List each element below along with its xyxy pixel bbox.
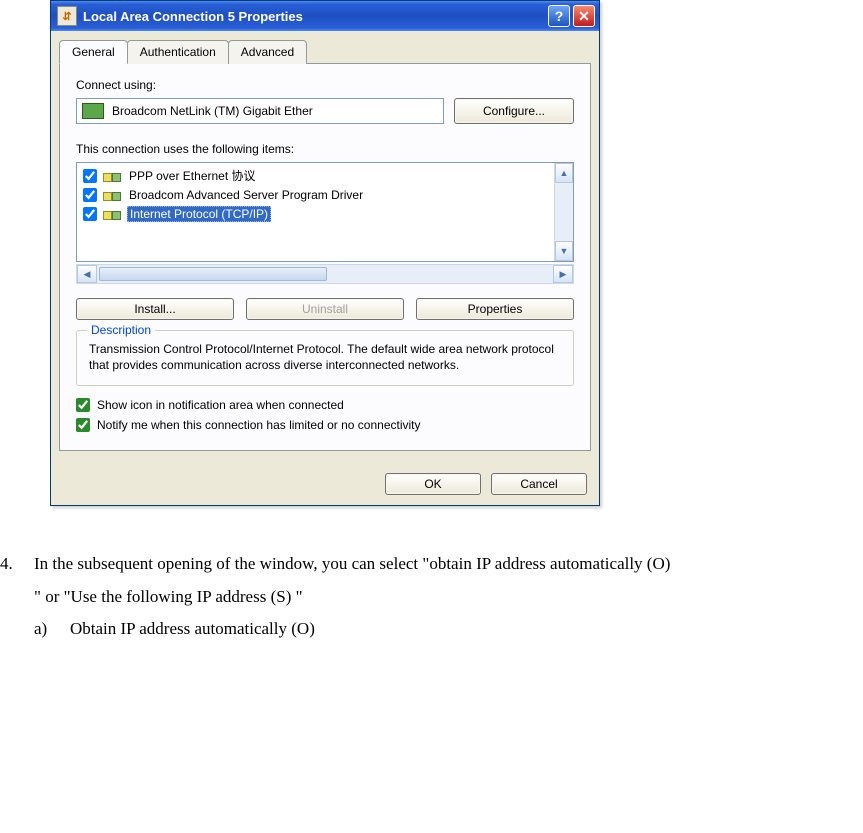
protocol-icon	[103, 207, 121, 221]
protocol-icon	[103, 188, 121, 202]
scroll-thumb[interactable]	[99, 267, 327, 281]
substep-label: a)	[34, 613, 70, 645]
step-line2: " or "Use the following IP address (S) "	[0, 581, 863, 613]
ok-button[interactable]: OK	[385, 473, 481, 495]
properties-button[interactable]: Properties	[416, 298, 574, 320]
description-group: Description Transmission Control Protoco…	[76, 330, 574, 386]
tab-advanced[interactable]: Advanced	[228, 40, 307, 64]
list-item[interactable]: Broadcom Advanced Server Program Driver	[79, 185, 552, 204]
item-checkbox[interactable]	[83, 207, 97, 221]
help-button[interactable]: ?	[548, 5, 570, 27]
step-line1: In the subsequent opening of the window,…	[34, 548, 863, 580]
substep-text: Obtain IP address automatically (O)	[70, 619, 315, 638]
tab-panel-general: Connect using: Broadcom NetLink (TM) Gig…	[59, 64, 591, 451]
item-label: Broadcom Advanced Server Program Driver	[127, 188, 365, 202]
cancel-button[interactable]: Cancel	[491, 473, 587, 495]
list-item[interactable]: Internet Protocol (TCP/IP)	[79, 204, 552, 223]
notify-label: Notify me when this connection has limit…	[97, 418, 421, 432]
dialog-body: General Authentication Advanced Connect …	[51, 31, 599, 505]
properties-dialog: ⇵ Local Area Connection 5 Properties ? ✕…	[50, 0, 600, 506]
description-legend: Description	[87, 323, 155, 337]
close-button[interactable]: ✕	[573, 5, 595, 27]
step-number: 4.	[0, 548, 34, 580]
tab-authentication[interactable]: Authentication	[127, 40, 229, 64]
scroll-left-icon[interactable]: ◀	[77, 265, 97, 283]
show-icon-label: Show icon in notification area when conn…	[97, 398, 344, 412]
items-listbox[interactable]: PPP over Ethernet 协议 Broadcom Advanced S…	[76, 162, 574, 262]
network-adapter-icon	[82, 103, 104, 119]
tab-row: General Authentication Advanced	[59, 39, 591, 64]
instruction-text: 4. In the subsequent opening of the wind…	[0, 548, 863, 645]
show-icon-checkbox[interactable]	[76, 398, 90, 412]
configure-button[interactable]: Configure...	[454, 98, 574, 124]
item-label: PPP over Ethernet 协议	[127, 167, 258, 184]
connection-icon: ⇵	[57, 6, 77, 26]
adapter-field[interactable]: Broadcom NetLink (TM) Gigabit Ether	[76, 98, 444, 124]
connect-using-label: Connect using:	[76, 78, 574, 92]
adapter-name: Broadcom NetLink (TM) Gigabit Ether	[112, 104, 313, 118]
description-text: Transmission Control Protocol/Internet P…	[89, 341, 561, 373]
vertical-scrollbar[interactable]: ▲ ▼	[554, 163, 573, 261]
scroll-track[interactable]	[97, 265, 553, 283]
horizontal-scrollbar[interactable]: ◀ ▶	[76, 264, 574, 284]
uninstall-button: Uninstall	[246, 298, 404, 320]
item-checkbox[interactable]	[83, 169, 97, 183]
notify-checkbox[interactable]	[76, 418, 90, 432]
scroll-track[interactable]	[555, 183, 573, 241]
item-checkbox[interactable]	[83, 188, 97, 202]
scroll-down-icon[interactable]: ▼	[555, 241, 573, 261]
protocol-icon	[103, 169, 121, 183]
item-label: Internet Protocol (TCP/IP)	[127, 206, 271, 222]
tab-general[interactable]: General	[59, 40, 128, 64]
window-title: Local Area Connection 5 Properties	[83, 9, 545, 24]
scroll-up-icon[interactable]: ▲	[555, 163, 573, 183]
list-item[interactable]: PPP over Ethernet 协议	[79, 166, 552, 185]
titlebar: ⇵ Local Area Connection 5 Properties ? ✕	[51, 1, 599, 31]
install-button[interactable]: Install...	[76, 298, 234, 320]
items-label: This connection uses the following items…	[76, 142, 574, 156]
scroll-right-icon[interactable]: ▶	[553, 265, 573, 283]
